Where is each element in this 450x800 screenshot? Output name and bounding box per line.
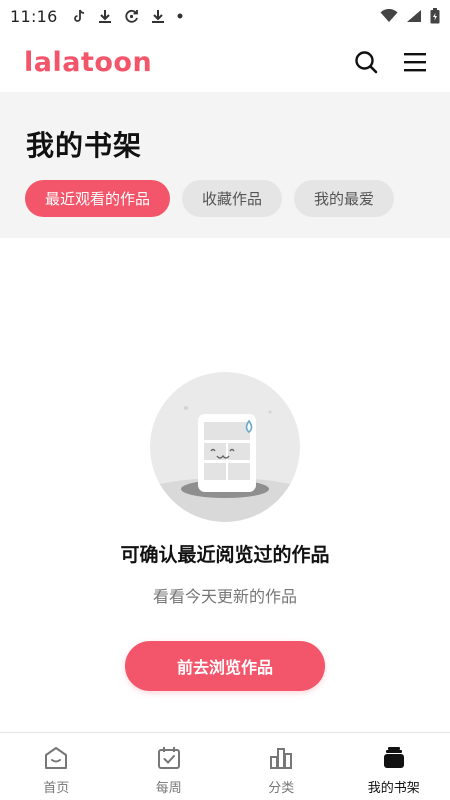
download-icon (98, 9, 111, 23)
tab-collected[interactable]: 收藏作品 (182, 180, 283, 217)
shelf-tabs: 最近观看的作品 收藏作品 我的最爱 (25, 180, 395, 217)
bookshelf-icon (383, 747, 404, 768)
nav-label-bookshelf: 我的书架 (367, 781, 420, 796)
dot-icon (177, 13, 183, 19)
nav-label-weekly: 每周 (155, 781, 182, 796)
logo-text: lalatoon (24, 47, 152, 77)
wifi-icon (380, 9, 398, 22)
status-icons-left (73, 9, 183, 24)
tab-favorites[interactable]: 我的最爱 (294, 180, 395, 217)
sync-icon (125, 9, 138, 23)
app-header: lalatoon (0, 32, 450, 92)
empty-subtitle: 看看今天更新的作品 (152, 587, 297, 606)
menu-icon[interactable] (404, 52, 426, 72)
shelf-header: 我的书架 最近观看的作品 收藏作品 我的最爱 (0, 92, 450, 238)
lalatoon-logo[interactable]: lalatoon (24, 44, 152, 80)
nav-item-weekly[interactable]: 每周 (113, 733, 226, 800)
search-icon[interactable] (354, 50, 378, 74)
tiktok-icon (73, 9, 84, 22)
nav-item-home[interactable]: 首页 (0, 733, 113, 800)
bottom-nav: 首页 每周 分类 我的书架 (0, 732, 450, 800)
nav-label-home: 首页 (43, 781, 70, 796)
header-actions (354, 50, 426, 74)
empty-state: 可确认最近阅览过的作品 看看今天更新的作品 前去浏览作品 (0, 238, 450, 732)
category-icon (270, 748, 293, 769)
status-bar: 11:16 (0, 0, 450, 32)
status-time: 11:16 (10, 6, 58, 26)
calendar-check-icon (157, 747, 180, 769)
signal-icon (407, 10, 421, 22)
nav-item-bookshelf[interactable]: 我的书架 (338, 733, 450, 800)
battery-icon (430, 8, 440, 24)
status-icons-right (380, 8, 440, 24)
nav-label-category: 分类 (268, 781, 295, 796)
page-title: 我的书架 (26, 129, 143, 162)
download-icon (151, 9, 164, 23)
lalatoon-logo-icon: lalatoon (24, 47, 152, 77)
home-icon (45, 747, 68, 769)
empty-title: 可确认最近阅览过的作品 (120, 544, 330, 566)
browse-works-button[interactable]: 前去浏览作品 (125, 641, 325, 691)
empty-book-icon (150, 372, 300, 522)
nav-item-category[interactable]: 分类 (225, 733, 338, 800)
tab-recently-viewed[interactable]: 最近观看的作品 (25, 180, 171, 217)
